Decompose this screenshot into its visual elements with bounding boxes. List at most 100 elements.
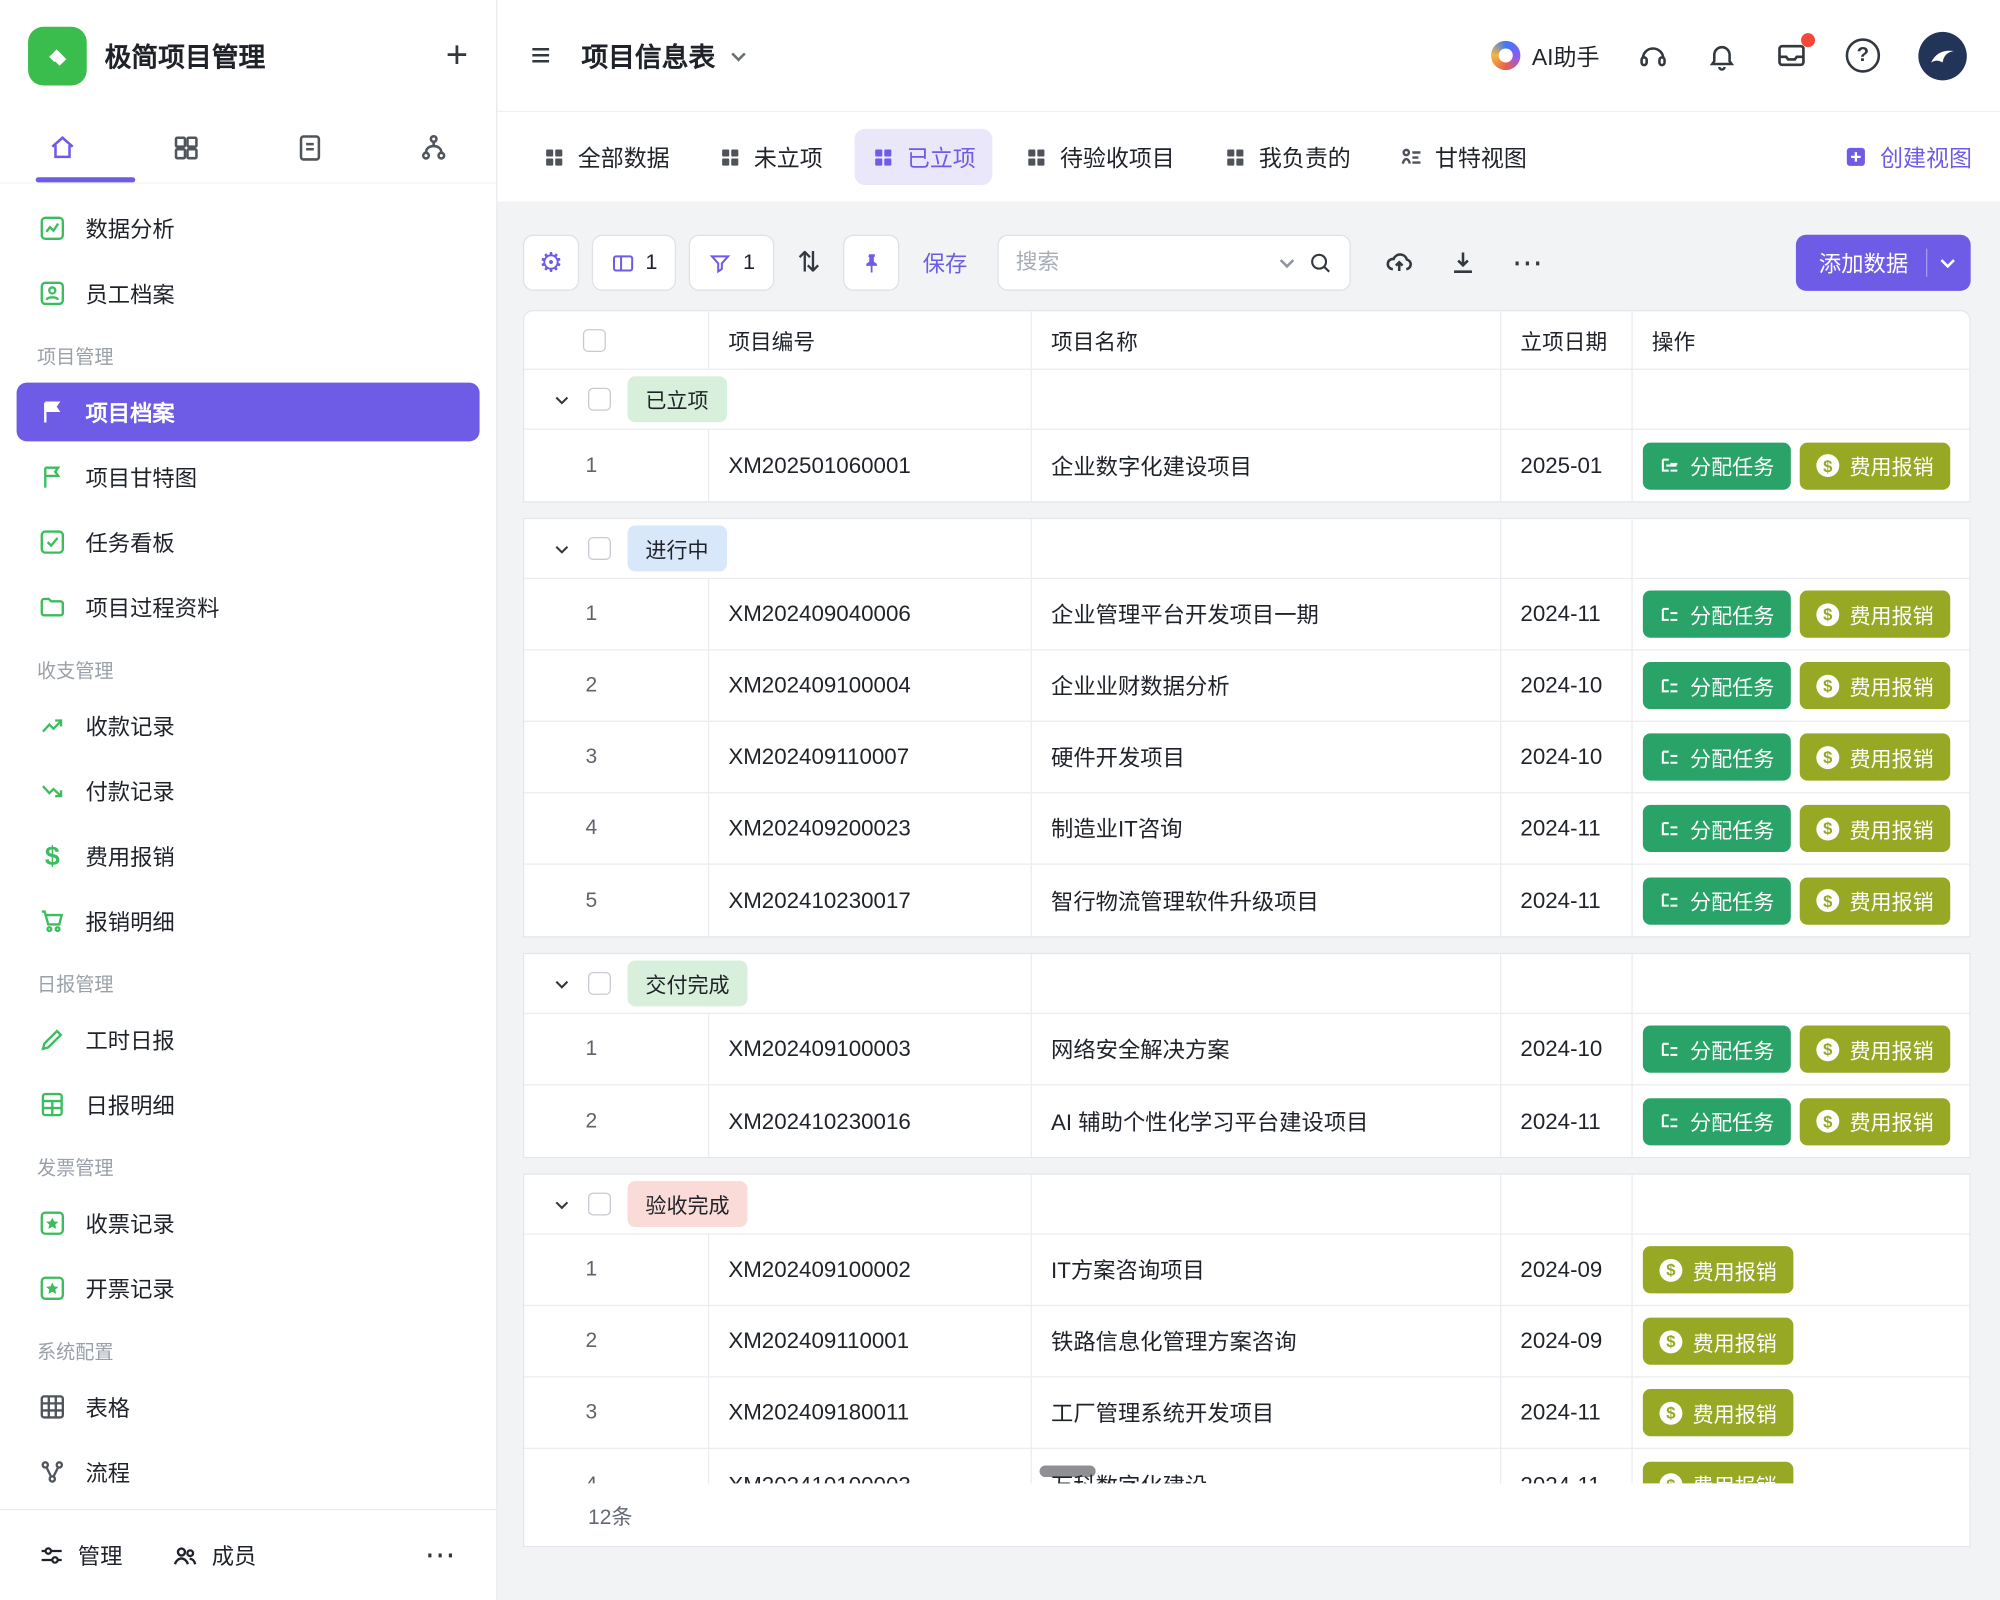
group-checkbox[interactable] [588,388,611,411]
collapse-chevron-icon[interactable] [552,539,571,558]
collapse-chevron-icon[interactable] [552,974,571,993]
expense-claim-button[interactable]: $费用报销 [1800,733,1951,780]
bell-icon[interactable] [1707,40,1738,71]
cart-icon [37,907,68,935]
tab-documents[interactable] [248,132,372,163]
task-tree-icon [1659,604,1679,624]
create-view-button[interactable]: 创建视图 [1843,140,1972,173]
expense-claim-button[interactable]: $费用报销 [1800,1026,1951,1073]
table-row[interactable]: 1 XM202409040006 企业管理平台开发项目一期 2024-11 分配… [524,579,1969,650]
expense-claim-button[interactable]: $费用报销 [1643,1461,1794,1483]
assign-task-button[interactable]: 分配任务 [1643,877,1791,924]
help-icon[interactable]: ? [1846,38,1880,72]
assign-task-button[interactable]: 分配任务 [1643,1026,1791,1073]
manage-label: 管理 [78,1540,123,1572]
view-tab-my-projects[interactable]: 我负责的 [1207,129,1368,185]
table-row[interactable]: 3 XM202409110007 硬件开发项目 2024-10 分配任务 $费用… [524,722,1969,793]
user-avatar[interactable] [1918,31,1966,79]
sidebar-more-button[interactable]: ⋯ [425,1537,458,1574]
table-row[interactable]: 4 XM202410100003 万科数字化建设 2024-11 $费用报销 [524,1449,1969,1483]
add-data-button[interactable]: 添加数据 [1796,235,1971,291]
sidebar-item-employee-archive[interactable]: 员工档案 [17,264,480,323]
expense-claim-button[interactable]: $费用报销 [1643,1318,1794,1365]
table-row[interactable]: 2 XM202409110001 铁路信息化管理方案咨询 2024-09 $费用… [524,1306,1969,1377]
col-header-ops: 操作 [1633,311,1970,368]
sidebar-item-expense-details[interactable]: 报销明细 [17,892,480,951]
fields-config-button[interactable]: 1 [592,235,677,291]
manage-button[interactable]: 管理 [38,1540,122,1572]
table-row[interactable]: 1 XM202409100003 网络安全解决方案 2024-10 分配任务 $… [524,1014,1969,1085]
members-button[interactable]: 成员 [171,1540,256,1572]
sidebar-item-tables[interactable]: 表格 [17,1378,480,1437]
table-row[interactable]: 1 XM202409100002 IT方案咨询项目 2024-09 $费用报销 [524,1235,1969,1306]
sidebar-item-task-board[interactable]: 任务看板 [17,513,480,572]
select-all-checkbox[interactable] [583,328,606,351]
view-tab-gantt[interactable]: 甘特视图 [1383,129,1544,185]
view-settings-button[interactable]: ⚙ [523,235,579,291]
table-row[interactable]: 2 XM202410230016 AI 辅助个性化学习平台建设项目 2024-1… [524,1085,1969,1156]
view-tab-all-data[interactable]: 全部数据 [526,129,687,185]
search-input[interactable] [1016,250,1283,276]
inbox-icon[interactable] [1776,40,1808,72]
collapse-chevron-icon[interactable] [552,390,571,409]
sidebar-item-payments[interactable]: 付款记录 [17,761,480,820]
collapse-chevron-icon[interactable] [552,1195,571,1214]
pin-button[interactable] [844,235,900,291]
sidebar-item-daily-details[interactable]: 日报明细 [17,1075,480,1134]
expense-claim-button[interactable]: $费用报销 [1643,1389,1794,1436]
view-tab-not-established[interactable]: 未立项 [702,129,840,185]
sidebar-item-invoice-issued[interactable]: 开票记录 [17,1259,480,1318]
horizontal-scrollbar[interactable] [1040,1466,1096,1477]
sidebar-item-project-docs[interactable]: 项目过程资料 [17,578,480,637]
filter-button[interactable]: 1 [689,235,774,291]
add-app-button[interactable]: + [446,37,468,75]
group-checkbox[interactable] [588,972,611,995]
sidebar-item-expense-claims[interactable]: $ 费用报销 [17,827,480,886]
expense-claim-button[interactable]: $费用报销 [1643,1246,1794,1293]
table-row[interactable]: 2 XM202409100004 企业业财数据分析 2024-10 分配任务 $… [524,651,1969,722]
search-field-chevron-icon[interactable] [1282,251,1292,274]
expense-claim-button[interactable]: $费用报销 [1800,805,1951,852]
assign-task-button[interactable]: 分配任务 [1643,733,1791,780]
sidebar-item-timesheet[interactable]: 工时日报 [17,1010,480,1069]
sidebar-item-receipts[interactable]: 收款记录 [17,696,480,755]
expense-claim-button[interactable]: $费用报销 [1800,591,1951,638]
assign-task-button[interactable]: 分配任务 [1643,442,1791,489]
sidebar-item-label: 项目档案 [85,396,174,428]
hamburger-menu-icon[interactable]: ≡ [531,38,551,72]
search-icon[interactable] [1308,250,1334,276]
expense-claim-button[interactable]: $费用报销 [1800,877,1951,924]
headset-icon[interactable] [1638,40,1669,71]
assign-task-button[interactable]: 分配任务 [1643,805,1791,852]
table-row[interactable]: 1 XM202501060001 企业数字化建设项目 2025-01 分配任务 … [524,430,1969,501]
sidebar-item-invoice-received[interactable]: 收票记录 [17,1194,480,1253]
sidebar-item-workflow[interactable]: 流程 [17,1443,480,1502]
sidebar-item-project-gantt[interactable]: 项目甘特图 [17,448,480,507]
toolbar-more-button[interactable]: ⋯ [1512,244,1545,281]
tab-grid-apps[interactable] [124,132,248,163]
import-cloud-icon[interactable] [1384,247,1415,278]
assign-task-button[interactable]: 分配任务 [1643,591,1791,638]
sort-icon[interactable]: ⇅ [797,246,821,279]
assign-task-button[interactable]: 分配任务 [1643,1098,1791,1145]
table-row[interactable]: 3 XM202409180011 工厂管理系统开发项目 2024-11 $费用报… [524,1378,1969,1449]
save-button[interactable]: 保存 [923,247,968,279]
tab-workflow[interactable] [372,132,496,163]
view-tab-established[interactable]: 已立项 [855,129,993,185]
table-row[interactable]: 5 XM202410230017 智行物流管理软件升级项目 2024-11 分配… [524,865,1969,936]
tab-home[interactable] [0,132,124,163]
group-checkbox[interactable] [588,537,611,560]
table-row[interactable]: 4 XM202409200023 制造业IT咨询 2024-11 分配任务 $费… [524,793,1969,864]
expense-claim-button[interactable]: $费用报销 [1800,662,1951,709]
view-tab-pending-acceptance[interactable]: 待验收项目 [1008,129,1192,185]
expense-claim-button[interactable]: $费用报销 [1800,1098,1951,1145]
sidebar-item-data-analytics[interactable]: 数据分析 [17,199,480,258]
group-checkbox[interactable] [588,1193,611,1216]
ai-assistant-button[interactable]: AI助手 [1491,39,1599,72]
export-download-icon[interactable] [1448,247,1479,278]
title-chevron-down-icon[interactable] [733,44,743,67]
assign-task-button[interactable]: 分配任务 [1643,662,1791,709]
sidebar-item-project-archive[interactable]: 项目档案 [17,383,480,442]
trend-down-icon [37,777,68,805]
expense-claim-button[interactable]: $费用报销 [1800,442,1951,489]
